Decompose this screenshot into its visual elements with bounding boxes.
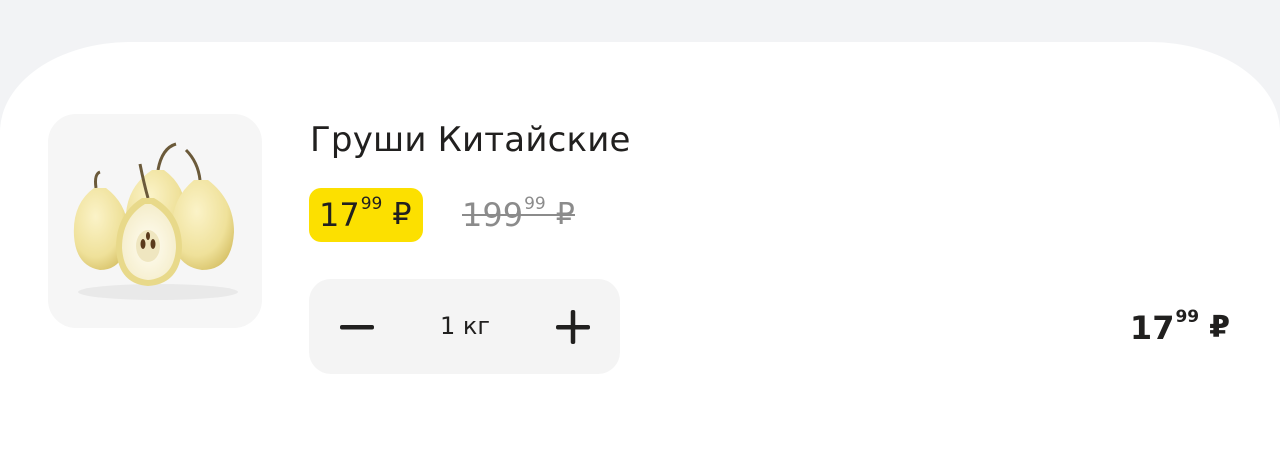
minus-icon [340,325,374,330]
total-currency: ₽ [1209,310,1230,345]
total-cents: 99 [1175,306,1200,327]
product-title[interactable]: Груши Китайские [310,120,631,160]
plus-icon [556,310,590,344]
quantity-stepper: 1 кг [309,279,620,374]
strikethrough-line [462,214,575,216]
price-currency: ₽ [392,197,412,232]
old-price: 199 99 ₽ [462,188,575,242]
decrease-quantity-button[interactable] [333,303,381,351]
increase-quantity-button[interactable] [549,303,597,351]
price-main: 17 [319,196,360,234]
total-main: 17 [1129,309,1175,347]
cart-item-card: Груши Китайские 17 99 ₽ 199 99 ₽ 1 кг 17… [0,42,1280,466]
pear-icon [73,142,238,300]
line-total-price: 17 99 ₽ [1130,304,1230,352]
current-price-badge: 17 99 ₽ [309,188,424,242]
price-cents: 99 [360,193,383,214]
old-price-cents: 99 [524,193,546,214]
quantity-value: 1 кг [439,312,490,340]
product-image[interactable] [48,114,262,328]
